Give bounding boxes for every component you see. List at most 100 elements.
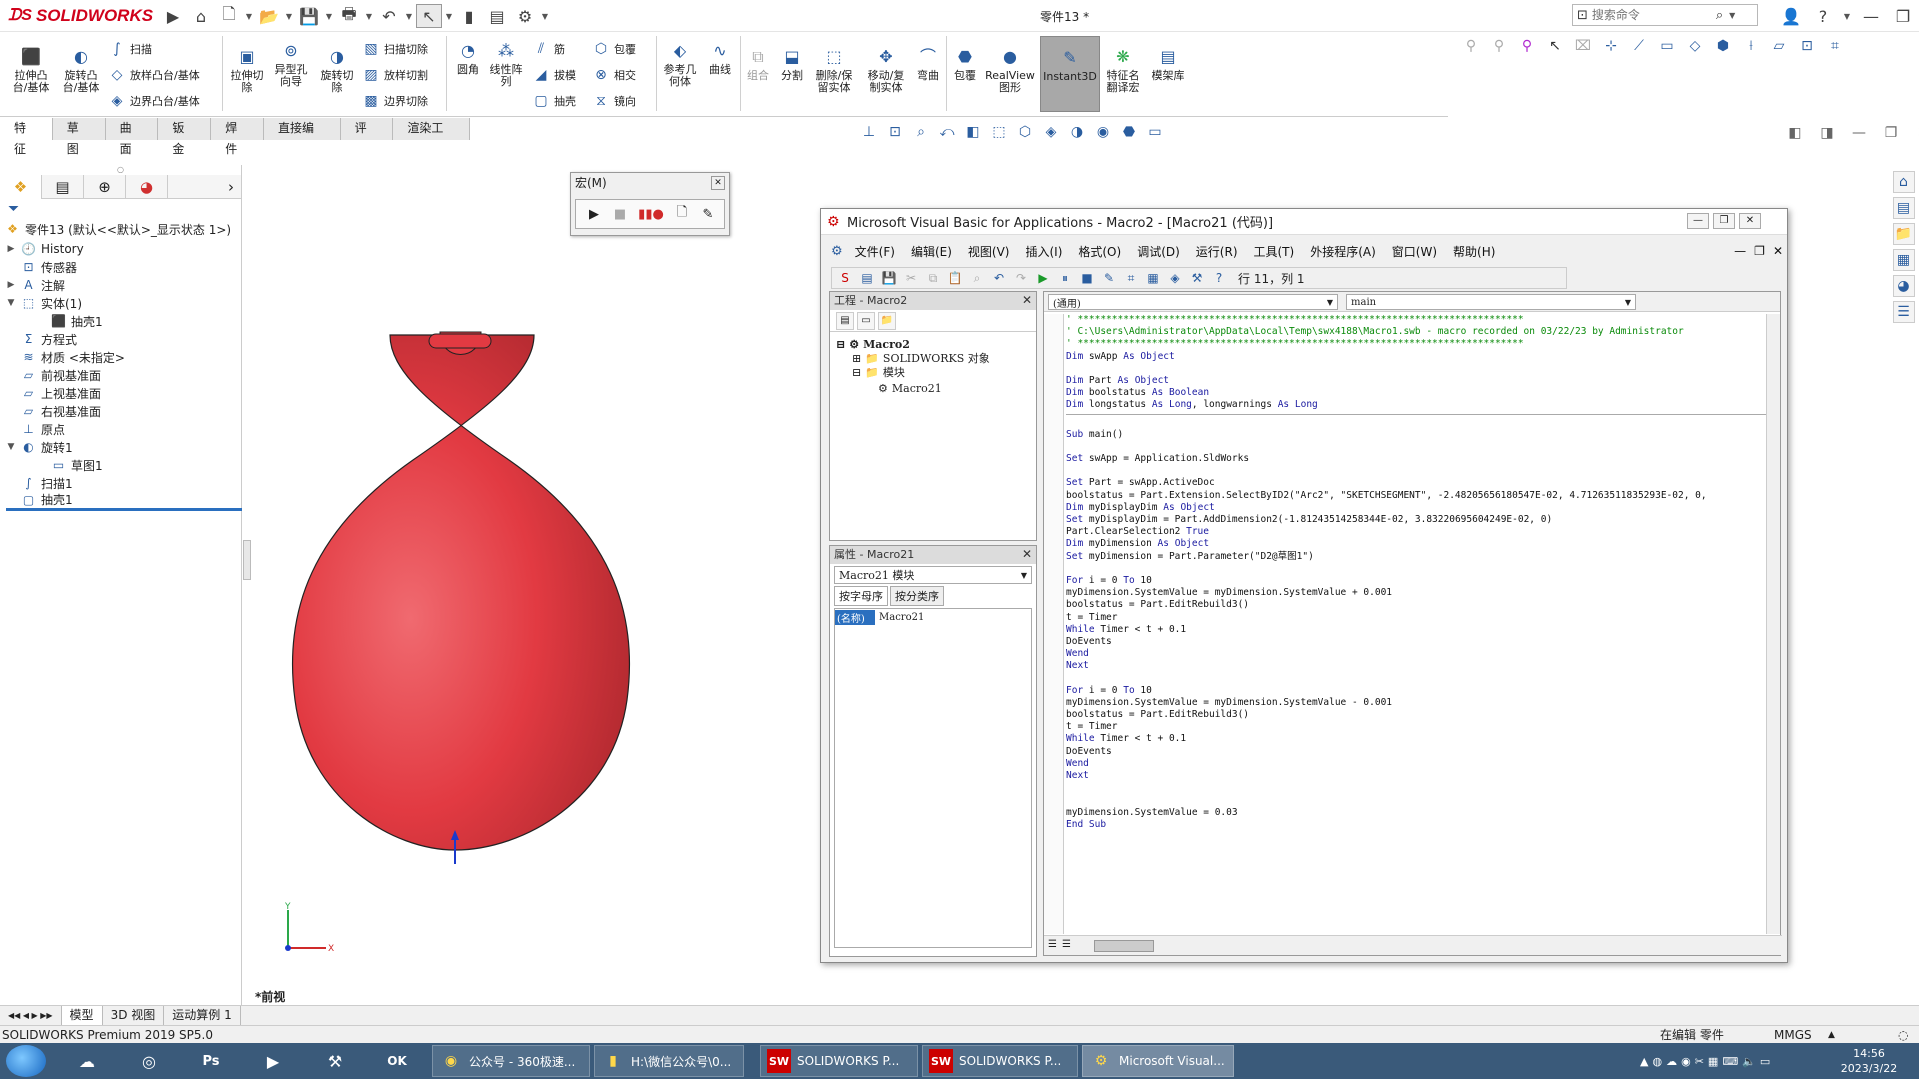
sweep-button[interactable]: ∫ 扫描 bbox=[108, 40, 152, 58]
code-line[interactable]: Set Part = swApp.ActiveDoc bbox=[1066, 477, 1766, 489]
tree-item[interactable]: ⊡ 传感器 bbox=[6, 257, 77, 277]
home-icon[interactable]: ⌂ bbox=[188, 4, 214, 28]
code-line[interactable]: For i = 0 To 10 bbox=[1066, 685, 1766, 697]
draft-button[interactable]: ◢ 拔模 bbox=[532, 66, 576, 84]
code-line[interactable]: myDimension.SystemValue = myDimension.Sy… bbox=[1066, 697, 1766, 709]
tab-sheet-metal[interactable]: 钣金 bbox=[158, 118, 212, 156]
filter-plane-icon[interactable]: ▱ bbox=[1768, 35, 1790, 57]
print-icon[interactable]: 🖶 bbox=[336, 4, 362, 28]
tree-item[interactable]: ▶ A 注解 bbox=[6, 275, 65, 295]
code-line[interactable]: ' **************************************… bbox=[1066, 338, 1766, 350]
code-line[interactable]: Dim myDisplayDim As Object bbox=[1066, 502, 1766, 514]
paste-icon[interactable]: 📋 bbox=[946, 269, 964, 287]
code-line[interactable]: myDimension.SystemValue = 0.03 bbox=[1066, 807, 1766, 819]
code-line[interactable]: While Timer < t + 0.1 bbox=[1066, 624, 1766, 636]
open-folder-icon[interactable]: 📂 bbox=[256, 4, 282, 28]
break-icon[interactable]: ⏸ bbox=[1056, 269, 1074, 287]
tab-surfaces[interactable]: 曲面 bbox=[105, 118, 159, 156]
taskbar-clock[interactable]: 14:56 2023/3/22 bbox=[1834, 1046, 1904, 1076]
display-icon[interactable]: ▭ bbox=[1760, 1055, 1770, 1068]
code-line[interactable]: myDimension.SystemValue = myDimension.Sy… bbox=[1066, 587, 1766, 599]
menu-addins[interactable]: 外接程序(A) bbox=[1302, 243, 1384, 260]
full-module-view-icon[interactable]: ☰ bbox=[1062, 939, 1071, 950]
filter-sketch-icon[interactable]: ⌗ bbox=[1824, 35, 1846, 57]
close-icon[interactable]: ✕ bbox=[1769, 244, 1787, 258]
chevron-down-icon[interactable]: ▼ bbox=[444, 12, 454, 21]
reset-icon[interactable]: ■ bbox=[1078, 269, 1096, 287]
tree-item[interactable]: ⬛ 抽壳1 bbox=[36, 311, 103, 331]
rib-button[interactable]: ⫽ 筋 bbox=[532, 40, 565, 58]
move-copy-body-button[interactable]: ✥ 移动/复 制实体 bbox=[862, 46, 910, 94]
tab-features[interactable]: 特征 bbox=[0, 118, 53, 156]
filter-face-icon[interactable]: ▭ bbox=[1656, 35, 1678, 57]
chevron-down-icon[interactable]: ▼ bbox=[1727, 11, 1737, 20]
view-code-icon[interactable]: ▤ bbox=[836, 311, 854, 330]
code-line[interactable]: Dim myDimension As Object bbox=[1066, 538, 1766, 550]
tab-model[interactable]: 模型 bbox=[61, 1005, 103, 1026]
code-line[interactable]: boolstatus = Part.Extension.SelectByID2(… bbox=[1066, 490, 1766, 502]
filter-color-icon[interactable]: ⚲ bbox=[1516, 35, 1538, 57]
tree-item[interactable]: ▶ 🕘 History bbox=[6, 239, 84, 259]
filter-edge-icon[interactable]: ⟋ bbox=[1628, 35, 1650, 57]
mirror-button[interactable]: ⧖ 镜向 bbox=[592, 92, 636, 110]
feature-translate-macro-button[interactable]: ❋ 特征名 翻译宏 bbox=[1102, 46, 1144, 94]
help-icon[interactable]: ? bbox=[1810, 4, 1836, 28]
scroll-thumb[interactable] bbox=[1094, 940, 1154, 952]
tree-root[interactable]: ❖ 零件13 (默认<<默认>_显示状态 1>) bbox=[4, 219, 231, 239]
property-value[interactable]: Macro21 bbox=[875, 612, 924, 623]
expand-icon[interactable]: ⊞ bbox=[852, 352, 861, 365]
user-icon[interactable]: 👤 bbox=[1778, 4, 1804, 28]
delete-keep-body-button[interactable]: ⬚ 删除/保 留实体 bbox=[810, 46, 858, 94]
close-icon[interactable]: ✕ bbox=[1912, 122, 1919, 144]
filter-vertex-icon[interactable]: ⊹ bbox=[1600, 35, 1622, 57]
cut-icon[interactable]: ✂ bbox=[902, 269, 920, 287]
horizontal-scrollbar[interactable]: ☰ ☰ bbox=[1044, 935, 1782, 955]
chevron-right-icon[interactable]: › bbox=[221, 175, 241, 199]
code-line[interactable]: Next bbox=[1066, 660, 1766, 672]
menu-file[interactable]: 文件(F) bbox=[847, 243, 903, 260]
swept-cut-button[interactable]: ▧ 扫描切除 bbox=[362, 40, 428, 58]
solidworks-icon[interactable]: S bbox=[836, 269, 854, 287]
close-icon[interactable]: ✕ bbox=[711, 176, 725, 190]
shell-button[interactable]: ▢ 抽壳 bbox=[532, 92, 576, 110]
instant3d-button[interactable]: ✎ Instant3D bbox=[1040, 36, 1100, 112]
tray-arrow-icon[interactable]: ▲ bbox=[1640, 1055, 1648, 1068]
save-icon[interactable]: 💾 bbox=[296, 4, 322, 28]
filter-surface-icon[interactable]: ◇ bbox=[1684, 35, 1706, 57]
realview-button[interactable]: ● RealView 图形 bbox=[984, 46, 1036, 94]
code-line[interactable] bbox=[1066, 672, 1766, 684]
toggle-folders-icon[interactable]: 📁 bbox=[878, 311, 896, 330]
code-line[interactable] bbox=[1066, 363, 1766, 375]
new-macro-icon[interactable]: 🗋 bbox=[672, 204, 692, 224]
intersect-button[interactable]: ⊗ 相交 bbox=[592, 66, 636, 84]
filter-point-icon[interactable]: ⊡ bbox=[1796, 35, 1818, 57]
balloon-body[interactable] bbox=[291, 334, 631, 851]
wrap-button[interactable]: ⬡ 包覆 bbox=[592, 40, 636, 58]
code-line[interactable]: Dim Part As Object bbox=[1066, 375, 1766, 387]
filter-body-icon[interactable]: ⬢ bbox=[1712, 35, 1734, 57]
chevron-up-icon[interactable]: ▲ bbox=[1828, 1030, 1835, 1040]
display-manager-tab-icon[interactable]: ◕ bbox=[126, 175, 168, 199]
menu-tools[interactable]: 工具(T) bbox=[1246, 243, 1303, 260]
filter-axis-icon[interactable]: ⟊ bbox=[1740, 35, 1762, 57]
boundary-boss-button[interactable]: ◈ 边界凸台/基体 bbox=[108, 92, 200, 110]
curves-button[interactable]: ∿ 曲线 bbox=[702, 40, 738, 76]
procedure-dropdown[interactable]: main ▼ bbox=[1346, 294, 1636, 310]
tree-expander-icon[interactable]: ▶ bbox=[6, 244, 16, 254]
code-line[interactable]: Set myDimension = Part.Parameter("D2@草图1… bbox=[1066, 551, 1766, 563]
property-row[interactable]: (名称) Macro21 bbox=[835, 609, 1031, 625]
search-icon[interactable]: ⌕ bbox=[1716, 8, 1723, 23]
tray-app-icon[interactable]: ◉ bbox=[1681, 1055, 1691, 1068]
undo-icon[interactable]: ↶ bbox=[376, 4, 402, 28]
network-icon[interactable]: ▦ bbox=[1708, 1055, 1718, 1068]
pause-record-macro-icon[interactable]: ▮▮● bbox=[636, 204, 666, 224]
restore-icon[interactable]: ❐ bbox=[1713, 213, 1735, 229]
tab-evaluate[interactable]: 评估 bbox=[340, 118, 394, 156]
cloud-icon[interactable]: ☁ bbox=[1666, 1055, 1677, 1068]
expand-menu-icon[interactable]: ▶ bbox=[160, 4, 186, 28]
new-document-icon[interactable]: 🗋 bbox=[216, 4, 242, 28]
undo-icon[interactable]: ↶ bbox=[990, 269, 1008, 287]
chevron-down-icon[interactable]: ▼ bbox=[244, 12, 254, 21]
loft-boss-button[interactable]: ◇ 放样凸台/基体 bbox=[108, 66, 200, 84]
browser-icon[interactable]: ◎ bbox=[132, 1047, 166, 1075]
